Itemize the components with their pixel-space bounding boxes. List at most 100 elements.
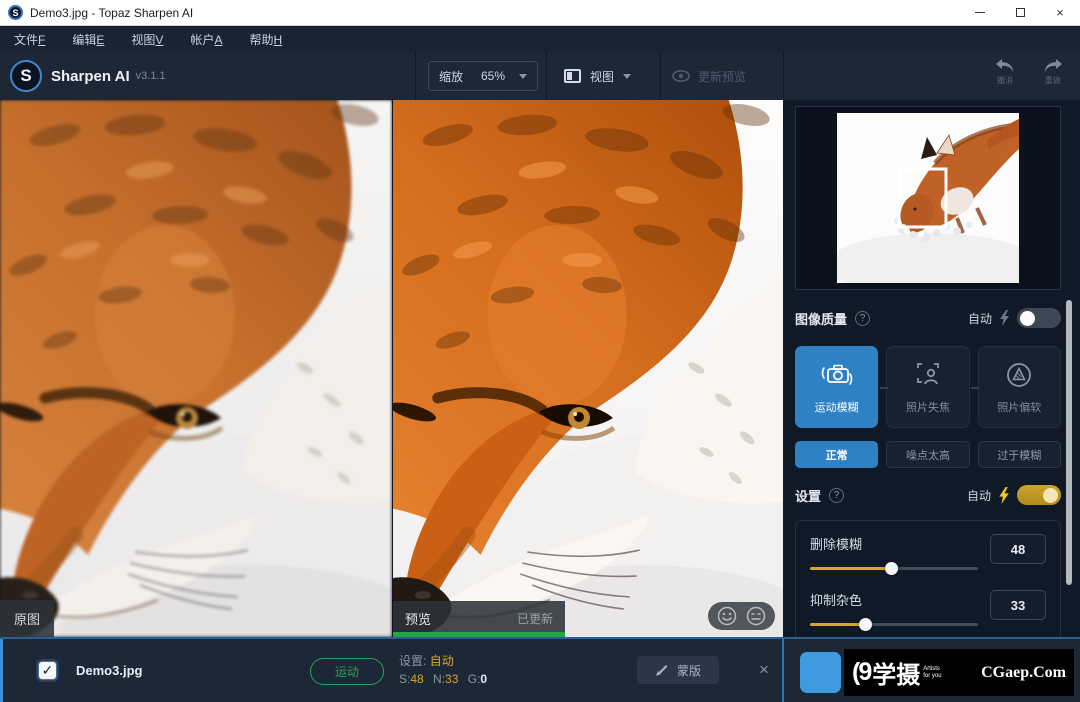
meh-face-button[interactable] (745, 605, 767, 627)
mode-label: 照片偏软 (997, 399, 1041, 415)
original-image-pane[interactable]: 原图 (0, 100, 392, 637)
preview-fox-image (393, 100, 783, 637)
zoom-label: 缩放 (439, 68, 463, 85)
settings-title: 设置 (795, 486, 821, 505)
toggle-knob (1043, 488, 1058, 503)
zoom-value: 65% (481, 69, 505, 83)
soft-cone-icon (1003, 360, 1035, 390)
remove-blur-slider-row: 删除模糊 48 (810, 534, 1046, 586)
redo-button[interactable]: 重做 (1038, 57, 1068, 86)
history-buttons: 撤消 重做 (990, 57, 1068, 86)
image-viewer: 原图 预览 已更新 (0, 100, 783, 637)
mode-too-soft[interactable]: 照片偏软 (978, 346, 1061, 428)
undo-label: 撤消 (997, 75, 1013, 86)
suppress-noise-slider[interactable] (810, 623, 978, 626)
mode-pill-button[interactable]: 运动 (310, 658, 384, 685)
toolbar: S Sharpen AI v3.1.1 缩放 65% 视图 更新预览 (0, 52, 1080, 100)
file-name: Demo3.jpg (76, 663, 142, 678)
toggle-knob (1020, 311, 1035, 326)
slider-fill (810, 567, 891, 570)
menu-file[interactable]: 文件F (14, 31, 45, 48)
focus-person-icon (912, 360, 944, 390)
watermark-cg-logo: (9 (852, 658, 870, 687)
maximize-icon (1016, 8, 1025, 17)
panel-scrollbar[interactable] (1066, 300, 1072, 585)
help-icon[interactable]: ? (829, 488, 844, 503)
file-checkbox[interactable]: ✓ (38, 661, 57, 680)
help-icon[interactable]: ? (855, 311, 870, 326)
app-version: v3.1.1 (136, 70, 166, 82)
condition-very-noisy[interactable]: 噪点太高 (886, 441, 969, 468)
view-label: 视图 (590, 68, 614, 85)
original-fox-image (0, 100, 392, 637)
settings-auto-toggle[interactable] (1017, 485, 1061, 505)
quality-auto-toggle[interactable] (1017, 308, 1061, 328)
watermark-name: 学摄 (872, 655, 920, 690)
blur-mode-buttons: 运动模糊 照片失焦 照片偏软 (795, 346, 1061, 428)
lightning-icon (998, 487, 1010, 504)
menu-help[interactable]: 帮助H (249, 31, 282, 48)
preview-status: 已更新 (517, 610, 553, 627)
toolbar-separator (546, 52, 547, 100)
preview-label: 预览 (405, 609, 431, 628)
redo-label: 重做 (1045, 75, 1061, 86)
condition-buttons: 正常 噪点太高 过于模糊 (795, 441, 1061, 468)
minimize-button[interactable] (960, 0, 1000, 25)
quality-header-row: 图像质量 ? 自动 (795, 308, 1061, 328)
condition-normal[interactable]: 正常 (795, 441, 878, 468)
mask-button[interactable]: 蒙版 (637, 656, 719, 684)
slider-knob[interactable] (859, 618, 872, 631)
chevron-down-icon (623, 74, 631, 79)
happy-face-button[interactable] (716, 605, 738, 627)
toolbar-separator (660, 52, 661, 100)
app-brand: S Sharpen AI v3.1.1 (10, 52, 166, 100)
menu-account[interactable]: 帐户A (190, 31, 222, 48)
zoom-dropdown[interactable]: 缩放 65% (428, 61, 538, 91)
remove-file-button[interactable]: × (752, 658, 776, 682)
minimize-icon (975, 12, 985, 13)
update-preview-label: 更新预览 (698, 68, 746, 85)
preview-tag: 预览 已更新 (393, 601, 565, 637)
condition-very-blurry[interactable]: 过于模糊 (978, 441, 1061, 468)
mask-label: 蒙版 (677, 662, 701, 679)
bottom-divider (782, 639, 784, 702)
slider-knob[interactable] (885, 562, 898, 575)
menu-edit[interactable]: 编辑E (72, 31, 104, 48)
window-title: Demo3.jpg - Topaz Sharpen AI (30, 6, 193, 20)
view-dropdown[interactable]: 视图 (558, 61, 637, 91)
eye-icon (672, 70, 690, 82)
suppress-noise-value[interactable]: 33 (990, 590, 1046, 620)
quality-title: 图像质量 (795, 309, 847, 328)
file-settings-summary: 设置: 自动 S:48 N:33 G:0 (399, 652, 487, 688)
brush-icon (655, 663, 669, 677)
undo-icon (994, 57, 1016, 74)
toolbar-separator (415, 52, 416, 100)
check-icon: ✓ (42, 662, 54, 679)
mode-label: 照片失焦 (906, 399, 950, 415)
maximize-button[interactable] (1000, 0, 1040, 25)
navigator-preview[interactable] (795, 106, 1061, 290)
connector-line (880, 387, 888, 389)
connector-line (971, 387, 979, 389)
watermark-blue-square (800, 652, 841, 693)
update-preview-button[interactable]: 更新预览 (672, 61, 746, 91)
undo-button[interactable]: 撤消 (990, 57, 1020, 86)
menu-view[interactable]: 视图V (131, 31, 163, 48)
remove-blur-value[interactable]: 48 (990, 534, 1046, 564)
settings-header-row: 设置 ? 自动 (795, 485, 1061, 505)
sharpen-ai-logo: S (10, 60, 42, 92)
mode-out-of-focus[interactable]: 照片失焦 (886, 346, 969, 428)
redo-icon (1042, 57, 1064, 74)
settings-auto-label: 自动 (967, 487, 991, 504)
lightning-icon (999, 310, 1010, 326)
suppress-noise-slider-row: 抑制杂色 33 (810, 590, 1046, 642)
menu-bar: 文件F 编辑E 视图V 帐户A 帮助H (0, 27, 1080, 52)
bottom-bar: ✓ Demo3.jpg 运动 设置: 自动 S:48 N:33 G:0 蒙版 ×… (0, 637, 1080, 702)
remove-blur-slider[interactable] (810, 567, 978, 570)
preview-image-pane[interactable]: 预览 已更新 (392, 100, 783, 637)
title-bar: S Demo3.jpg - Topaz Sharpen AI × (0, 0, 1080, 26)
slider-fill (810, 623, 865, 626)
close-button[interactable]: × (1040, 0, 1080, 25)
window-controls: × (960, 0, 1080, 25)
mode-motion-blur[interactable]: 运动模糊 (795, 346, 878, 428)
